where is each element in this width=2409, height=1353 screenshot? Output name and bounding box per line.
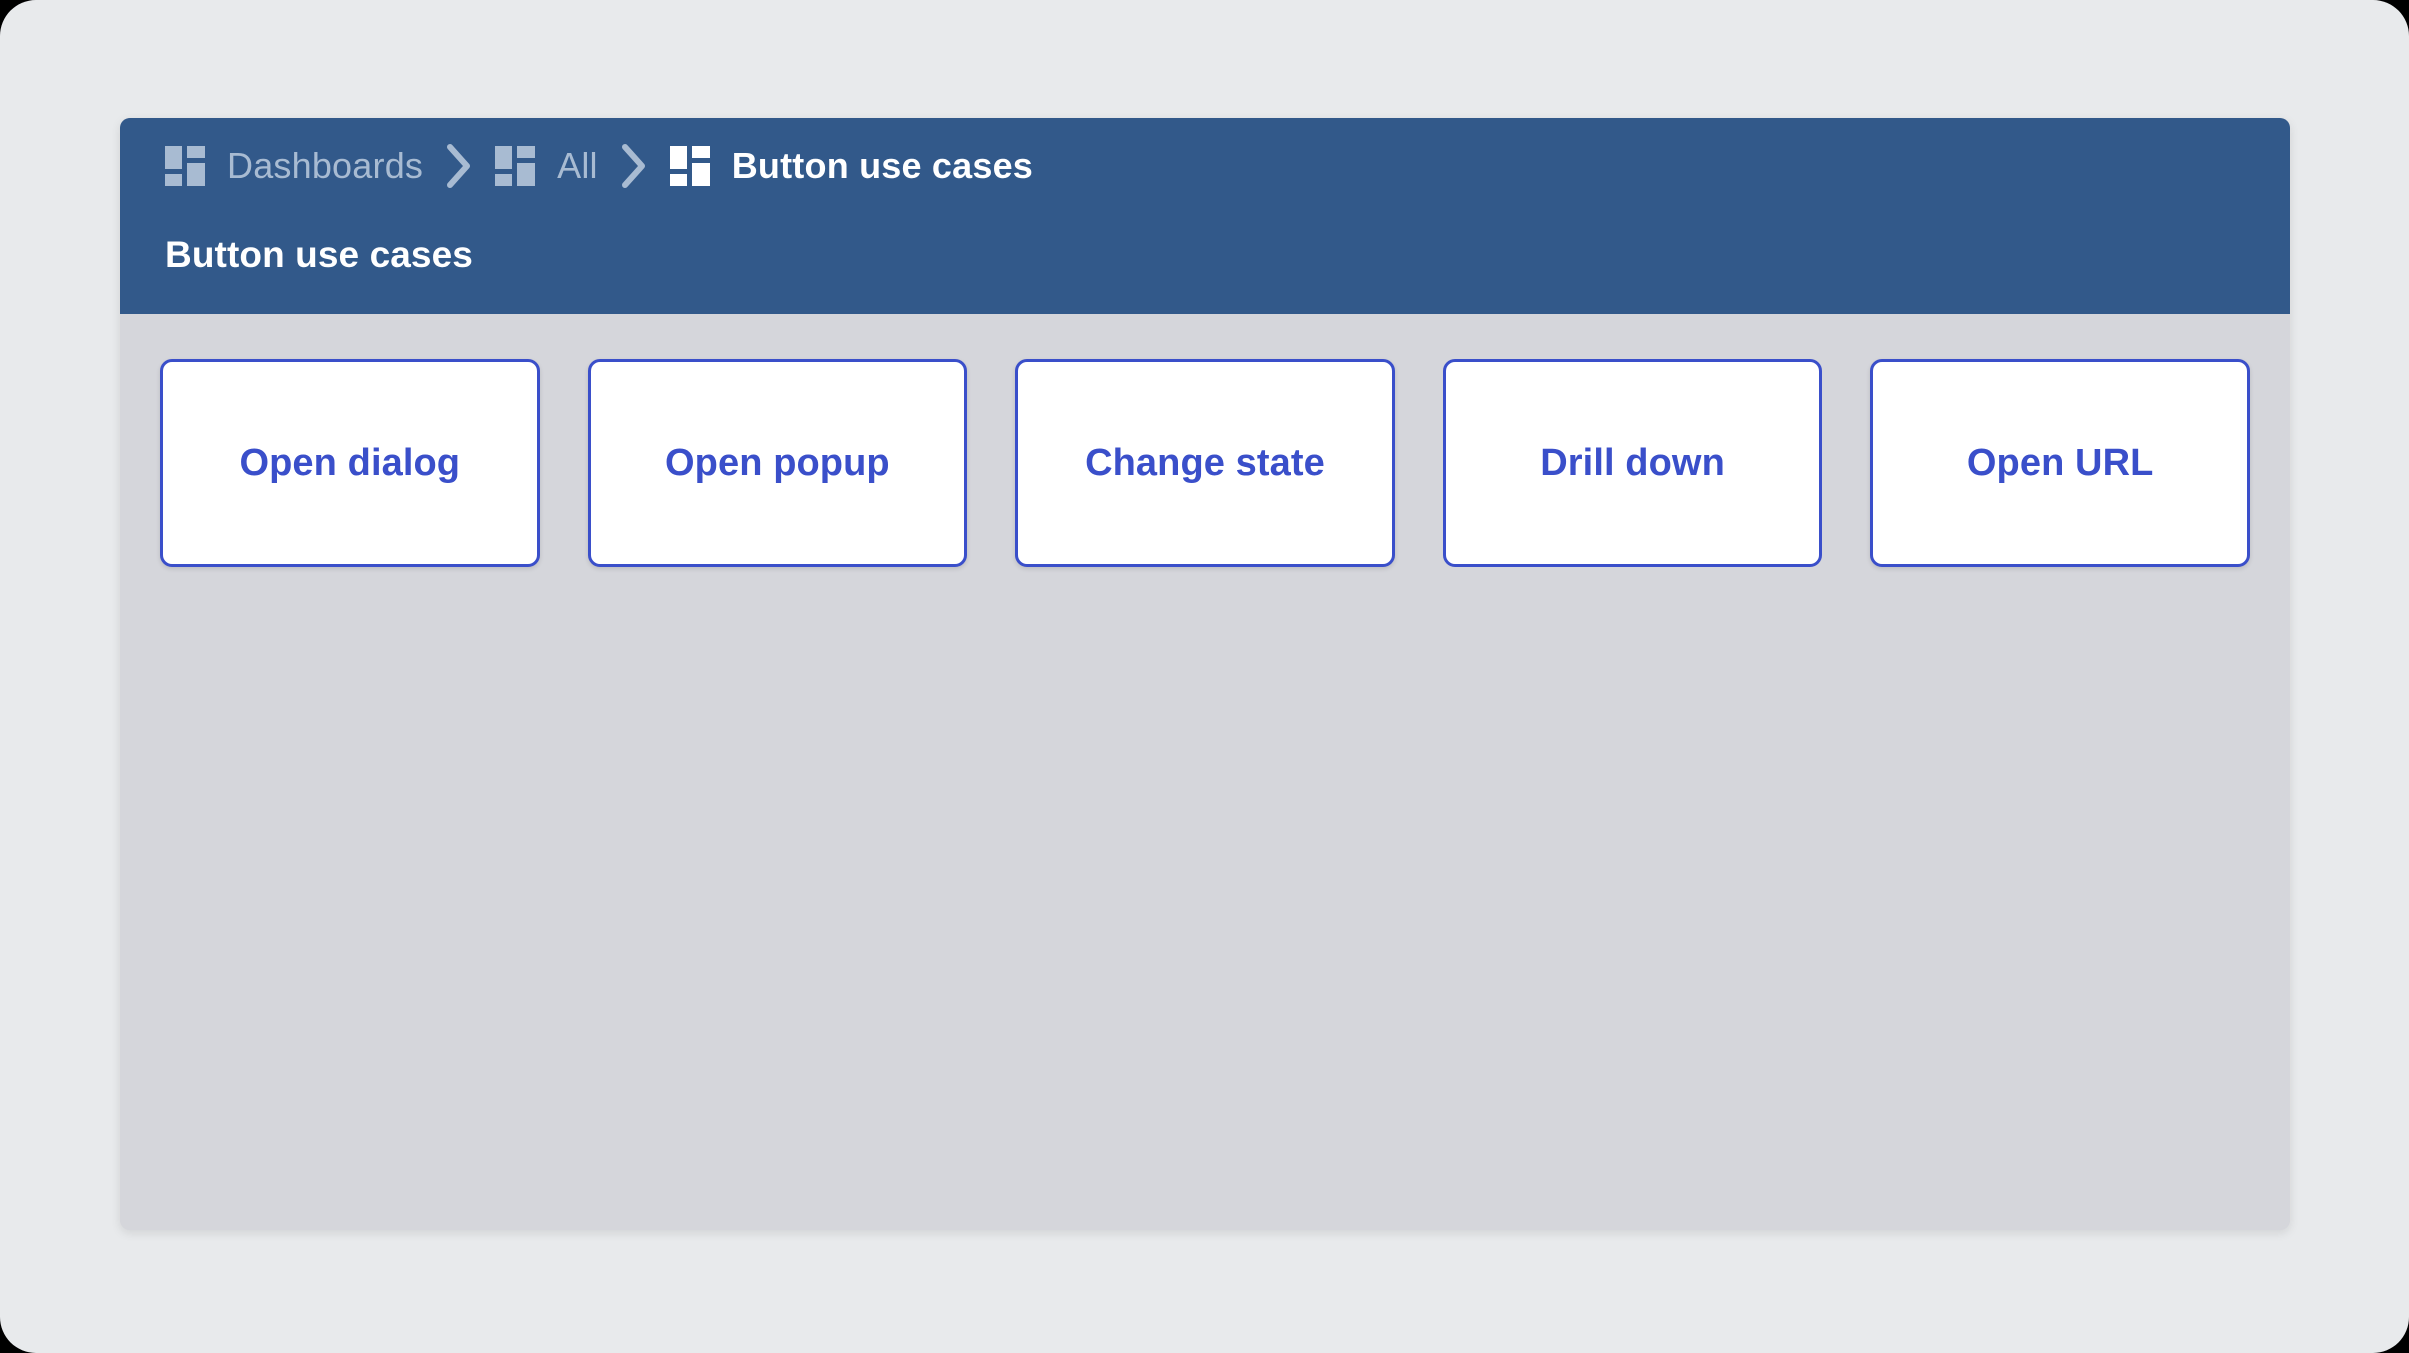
breadcrumb-item-all[interactable]: All bbox=[495, 145, 598, 187]
breadcrumb-item-button-use-cases[interactable]: Button use cases bbox=[669, 145, 1034, 187]
dashboard-grid-icon bbox=[165, 146, 205, 186]
breadcrumb: Dashboards All Button use cases bbox=[120, 118, 2290, 214]
breadcrumb-label-button-use-cases: Button use cases bbox=[731, 145, 1034, 186]
open-dialog-button[interactable]: Open dialog bbox=[160, 359, 540, 567]
page-title-row: Button use cases bbox=[120, 214, 2290, 314]
chevron-right-icon bbox=[598, 143, 670, 189]
button-row: Open dialog Open popup Change state Dril… bbox=[160, 359, 2250, 567]
chevron-right-icon bbox=[423, 143, 495, 189]
drill-down-button[interactable]: Drill down bbox=[1442, 359, 1823, 567]
dashboard-header: Dashboards All Button use cases Button u… bbox=[120, 118, 2290, 314]
breadcrumb-label-all: All bbox=[557, 145, 598, 186]
dashboard-grid-icon bbox=[669, 146, 710, 186]
breadcrumb-label-dashboards: Dashboards bbox=[227, 145, 424, 186]
dashboard-content: Open dialog Open popup Change state Dril… bbox=[120, 314, 2290, 1230]
open-popup-button[interactable]: Open popup bbox=[587, 359, 968, 567]
change-state-button[interactable]: Change state bbox=[1015, 359, 1395, 567]
dashboard-card: Dashboards All Button use cases Button u… bbox=[120, 118, 2290, 1230]
page-title: Button use cases bbox=[165, 234, 473, 275]
dashboard-grid-icon bbox=[495, 146, 536, 186]
app-viewport: Dashboards All Button use cases Button u… bbox=[0, 0, 2409, 1353]
open-url-button[interactable]: Open URL bbox=[1870, 359, 2250, 567]
breadcrumb-item-dashboards[interactable]: Dashboards bbox=[165, 145, 423, 187]
